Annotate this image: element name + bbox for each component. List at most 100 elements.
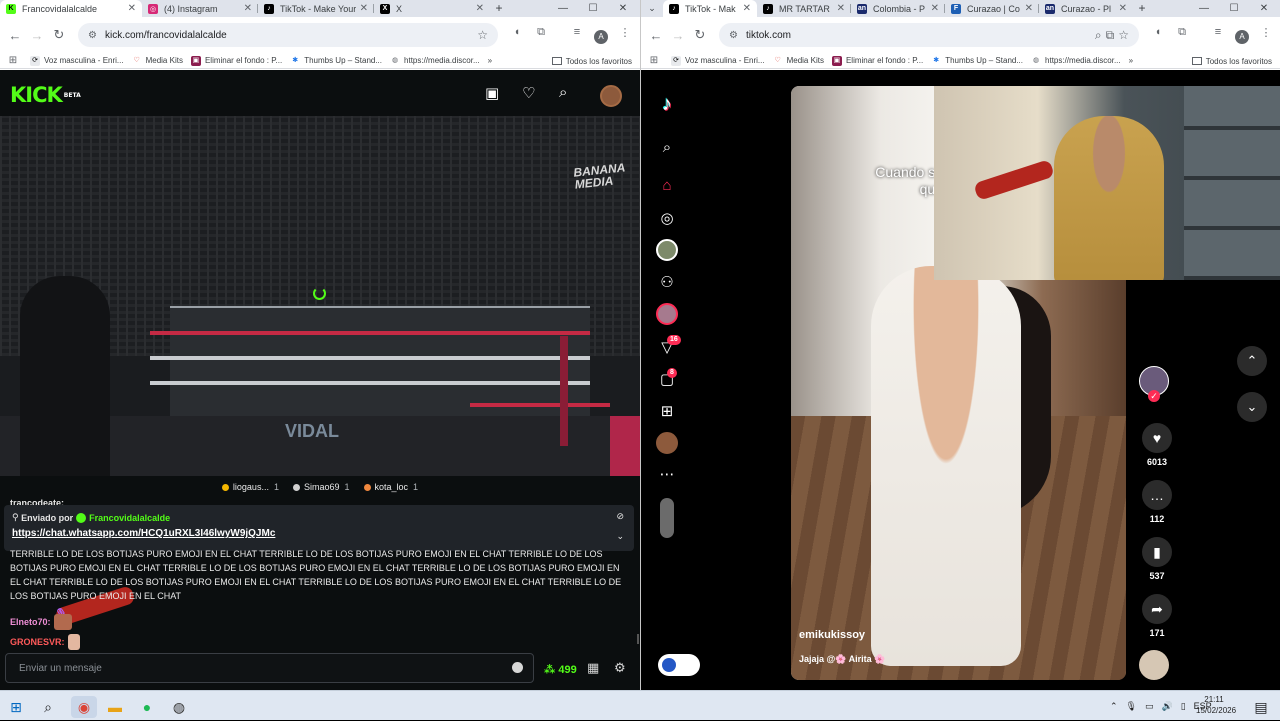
network-icon[interactable]: ▭ bbox=[1145, 701, 1154, 712]
back-icon[interactable]: ← bbox=[4, 28, 26, 43]
site-info-icon[interactable]: ⚙ bbox=[729, 30, 738, 41]
gifter-item[interactable]: Simao69 1 bbox=[292, 482, 350, 492]
address-bar[interactable]: ⚙ tiktok.com ⌕ ⧉ ☆ bbox=[719, 23, 1139, 47]
close-window-button[interactable]: ✕ bbox=[608, 0, 638, 17]
address-bar[interactable]: ⚙ kick.com/francovidalalcalde ☆ bbox=[78, 23, 498, 47]
all-bookmarks[interactable]: Todos los favoritos bbox=[1191, 53, 1272, 68]
notification-icon[interactable]: ▤ bbox=[1250, 696, 1272, 718]
following-icon[interactable]: ⚇ bbox=[656, 271, 678, 293]
tiktok-logo-icon[interactable]: ♪ bbox=[656, 93, 678, 115]
chat-scrollbar[interactable] bbox=[637, 634, 639, 644]
profile-avatar[interactable]: A bbox=[1235, 30, 1249, 44]
windows-start-icon[interactable]: ⊞ bbox=[5, 696, 27, 718]
upload-icon[interactable]: ⊞ bbox=[656, 400, 678, 422]
close-icon[interactable]: ✕ bbox=[1119, 3, 1127, 14]
bookmark-item[interactable]: ✱ Thumbs Up – Stand... bbox=[290, 53, 382, 68]
kick-logo[interactable]: KICK BETA bbox=[10, 85, 81, 106]
video-author[interactable]: emikukissoy bbox=[799, 629, 865, 641]
tab-colombia[interactable]: an Colombia - P ✕ bbox=[851, 0, 945, 17]
more-icon[interactable]: ⋯ bbox=[656, 463, 678, 485]
close-icon[interactable]: ✕ bbox=[128, 3, 136, 14]
media-icon[interactable]: ≡ bbox=[1209, 26, 1227, 38]
reload-icon[interactable]: ↻ bbox=[689, 27, 711, 43]
bookmark-item[interactable]: ▣ Eliminar el fondo : P... bbox=[190, 53, 282, 68]
close-icon[interactable]: ✕ bbox=[244, 3, 252, 14]
chevron-down-icon[interactable]: ⌄ bbox=[616, 531, 624, 542]
close-icon[interactable]: ✕ bbox=[1025, 3, 1033, 14]
menu-icon[interactable]: ⋮ bbox=[1257, 26, 1275, 39]
file-explorer-icon[interactable]: ▬ bbox=[104, 696, 126, 718]
bookmark-item[interactable]: ◍ https://media.discor... bbox=[390, 53, 480, 68]
store-icon[interactable]: ▦ bbox=[587, 660, 599, 676]
tab-kick[interactable]: K Francovidalalcalde ✕ bbox=[0, 0, 142, 17]
extension-icon[interactable]: ◖ bbox=[1149, 26, 1167, 38]
bookmark-item[interactable]: ♡ Media Kits bbox=[773, 53, 824, 68]
more-bookmarks-icon[interactable]: » bbox=[1129, 53, 1133, 68]
battery-icon[interactable]: ▯ bbox=[1181, 701, 1186, 712]
volume-icon[interactable]: 🔊 bbox=[1162, 701, 1173, 712]
profile-avatar-icon[interactable] bbox=[656, 432, 678, 454]
search-icon[interactable]: ⌕ bbox=[656, 136, 678, 158]
previous-video-button[interactable]: ⌃ bbox=[1237, 346, 1267, 376]
clock[interactable]: 21:11 15/02/2026 bbox=[1196, 694, 1236, 716]
comment-button[interactable]: … 112 bbox=[1137, 480, 1177, 524]
tab-tiktok[interactable]: ♪ TikTok - Mak ✕ bbox=[663, 0, 757, 17]
search-icon[interactable]: ⌕ bbox=[559, 84, 567, 101]
install-icon[interactable]: ⧉ bbox=[1106, 28, 1115, 43]
close-icon[interactable]: ✕ bbox=[837, 3, 845, 14]
explore-icon[interactable]: ◎ bbox=[656, 207, 678, 229]
forward-icon[interactable]: → bbox=[667, 28, 689, 43]
tab-search-icon[interactable]: ⌄ bbox=[641, 0, 663, 17]
reload-icon[interactable]: ↻ bbox=[48, 27, 70, 43]
follow-icon[interactable]: ✓ bbox=[1148, 390, 1160, 402]
emoji-icon[interactable] bbox=[512, 662, 523, 673]
bookmark-item[interactable]: ◍ https://media.discor... bbox=[1031, 53, 1121, 68]
close-icon[interactable]: ✕ bbox=[476, 3, 484, 14]
like-button[interactable]: ♥ 6013 bbox=[1137, 423, 1177, 467]
bookmark-item[interactable]: ▣ Eliminar el fondo : P... bbox=[831, 53, 923, 68]
menu-icon[interactable]: ⋮ bbox=[616, 26, 634, 39]
tab-instagram[interactable]: ◎ (4) Instagram ✕ bbox=[142, 0, 258, 17]
bookmark-item[interactable]: ♡ Media Kits bbox=[132, 53, 183, 68]
stream-video[interactable]: BANANA MEDIA VIDAL bbox=[0, 116, 640, 476]
bookmark-star-icon[interactable]: ☆ bbox=[477, 28, 488, 42]
bookmark-item[interactable]: ⟳ Voz masculina - Enri... bbox=[671, 53, 765, 68]
extension-icon[interactable]: ◖ bbox=[508, 26, 526, 38]
tab-curazao-1[interactable]: F Curazao | Co ✕ bbox=[945, 0, 1039, 17]
profile-avatar[interactable]: A bbox=[594, 30, 608, 44]
tray-chevron-icon[interactable]: ⌃ bbox=[1110, 701, 1118, 712]
minimize-button[interactable]: — bbox=[1189, 0, 1219, 17]
chat-input[interactable] bbox=[6, 654, 496, 682]
media-icon[interactable]: ≡ bbox=[568, 26, 586, 38]
save-button[interactable]: ▮ 537 bbox=[1137, 537, 1177, 581]
close-icon[interactable]: ✕ bbox=[931, 3, 939, 14]
browse-icon[interactable]: ▣ bbox=[485, 84, 499, 102]
profile-icon[interactable] bbox=[656, 303, 678, 325]
heart-icon[interactable]: ♡ bbox=[522, 84, 535, 102]
apps-icon[interactable]: ⊞ bbox=[649, 53, 663, 68]
obs-icon[interactable]: ◍ bbox=[168, 696, 190, 718]
gear-icon[interactable]: ⚙ bbox=[614, 660, 626, 676]
bookmark-item[interactable]: ✱ Thumbs Up – Stand... bbox=[931, 53, 1023, 68]
close-icon[interactable]: ✕ bbox=[743, 3, 751, 14]
next-video-button[interactable]: ⌄ bbox=[1237, 392, 1267, 422]
pinned-user[interactable]: Francovidalalcalde bbox=[89, 513, 170, 523]
chat-username[interactable]: GRONESVR: bbox=[10, 637, 65, 647]
apps-icon[interactable]: ⊞ bbox=[8, 53, 22, 68]
all-bookmarks[interactable]: Todos los favoritos bbox=[551, 53, 632, 68]
tab-tiktok[interactable]: ♪ TikTok - Make Your ✕ bbox=[258, 0, 374, 17]
search-icon[interactable]: ⌕ bbox=[37, 696, 59, 718]
tab-curazao-2[interactable]: an Curazao - Pl ✕ bbox=[1039, 0, 1133, 17]
live-avatar-icon[interactable] bbox=[656, 239, 678, 261]
share-button[interactable]: ➦ 171 bbox=[1137, 594, 1177, 638]
channel-points[interactable]: ⁂ 499 bbox=[544, 663, 577, 676]
suggested-accounts-icon[interactable] bbox=[656, 498, 678, 538]
bookmark-item[interactable]: ⟳ Voz masculina - Enri... bbox=[30, 53, 124, 68]
user-avatar[interactable] bbox=[600, 85, 622, 107]
minimize-button[interactable]: — bbox=[548, 0, 578, 17]
chrome-icon[interactable]: ◉ bbox=[71, 696, 97, 718]
maximize-button[interactable]: ☐ bbox=[1219, 0, 1249, 17]
back-icon[interactable]: ← bbox=[645, 28, 667, 43]
forward-icon[interactable]: → bbox=[26, 28, 48, 43]
close-window-button[interactable]: ✕ bbox=[1249, 0, 1279, 17]
